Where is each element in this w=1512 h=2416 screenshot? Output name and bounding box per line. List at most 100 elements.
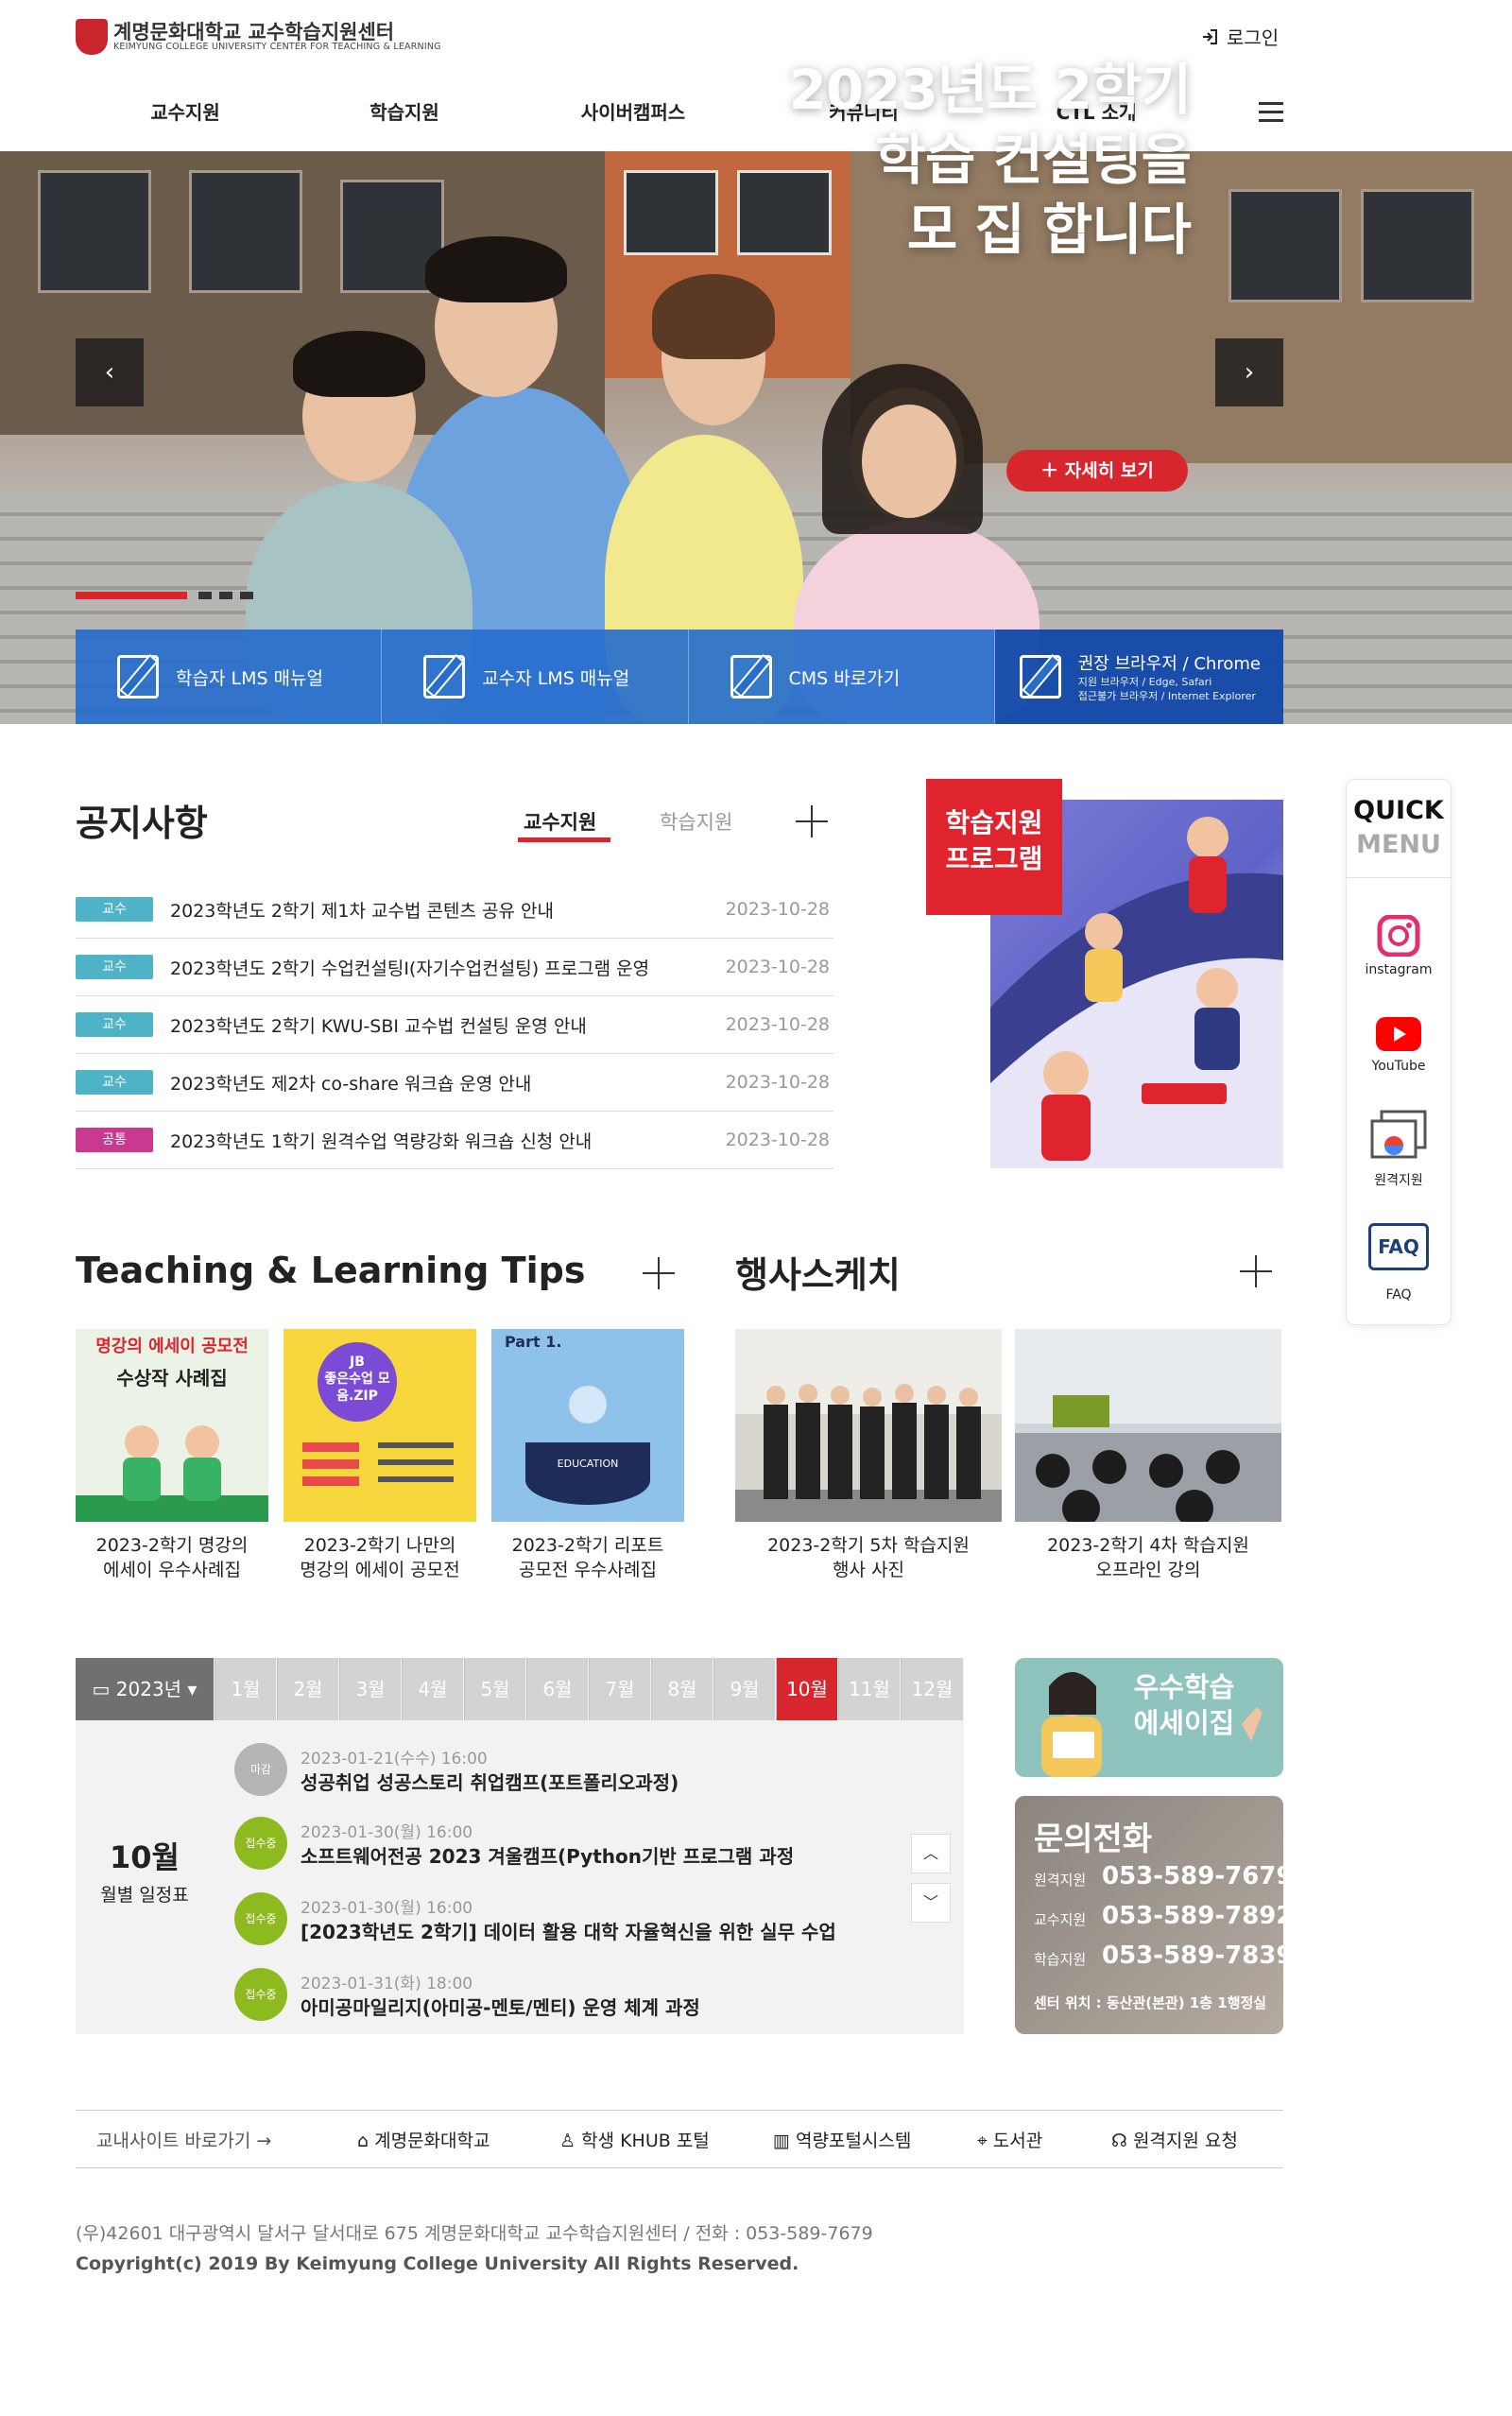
contact-number[interactable]: 053-589-7679 [1102, 1862, 1294, 1890]
tip-caption[interactable]: 2023-2학기 리포트 공모전 우수사례집 [491, 1533, 684, 1582]
event-caption[interactable]: 2023-2학기 4차 학습지원 오프라인 강의 [1015, 1533, 1281, 1582]
contact-label: 교수지원 [1034, 1911, 1087, 1928]
hero-detail-button[interactable]: ＋ 자세히 보기 [1006, 450, 1188, 492]
login-link[interactable]: 로그인 [1200, 23, 1279, 50]
event-title[interactable]: 아미공마일리지(아미공-멘토/멘티) 운영 체계 과정 [301, 1993, 700, 2020]
scroll-down-button[interactable]: ﹀ [911, 1883, 951, 1923]
link-remote-support[interactable]: ☊ 원격지원 요청 [1111, 2127, 1238, 2152]
event-photo[interactable] [735, 1329, 1002, 1522]
event-title[interactable]: [2023학년도 2학기] 데이터 활용 대학 자율혁신을 위한 실무 수업 [301, 1917, 836, 1944]
shortcut-label: 교내사이트 바로가기 [96, 2131, 251, 2151]
month-tab[interactable]: 6월 [526, 1658, 588, 1720]
events-title: 행사스케치 [735, 1254, 901, 1296]
notice-date: 2023-10-28 [725, 899, 830, 920]
quick-item-label[interactable]: YouTube [1346, 1059, 1452, 1074]
notice-row[interactable]: 교수 2023학년도 2학기 제1차 교수법 콘텐츠 공유 안내 2023-10-2… [76, 881, 833, 939]
event-date: 2023-01-30(월) 16:00 [301, 1899, 473, 1918]
arrow-right-icon: → [256, 2131, 272, 2151]
link-khub-portal[interactable]: ♙ 학생 KHUB 포털 [559, 2127, 710, 2152]
event-photo[interactable] [1015, 1329, 1281, 1522]
tip-thumbnail-contest[interactable]: JB 좋은수업 모음.ZIP [284, 1329, 476, 1522]
quick-links-bar: 학습자 LMS 매뉴얼 교수자 LMS 매뉴얼 CMS 바로가기 권장 브라우저… [76, 630, 1283, 724]
month-tab[interactable]: 11월 [838, 1658, 900, 1720]
month-tab[interactable]: 2월 [277, 1658, 338, 1720]
quick-item-label[interactable]: 원격지원 [1346, 1170, 1452, 1189]
link-library[interactable]: ⌖ 도서관 [977, 2127, 1042, 2152]
slider-dot[interactable] [240, 592, 253, 599]
browser-unsupported-note: 접근불가 브라우저 / Internet Explorer [1077, 690, 1256, 702]
tips-more-plus-icon[interactable] [643, 1257, 675, 1289]
tip-caption[interactable]: 2023-2학기 나만의 명강의 에세이 공모전 [284, 1533, 476, 1582]
nav-learning-support[interactable]: 학습지원 [301, 97, 508, 125]
tip-thumbnail-report[interactable]: Part 1. EDUCATION [491, 1329, 684, 1522]
nav-cyber-campus[interactable]: 사이버캠퍼스 [529, 97, 737, 125]
youtube-icon[interactable] [1374, 1015, 1423, 1053]
slider-dot[interactable] [219, 592, 232, 599]
link-keimyung-college[interactable]: ⌂ 계명문화대학교 [357, 2127, 490, 2152]
tab-faculty-support[interactable]: 교수지원 [524, 807, 596, 836]
login-icon [1203, 28, 1217, 44]
notice-row[interactable]: 공통 2023학년도 1학기 원격수업 역량강화 워크숍 신청 안내 2023-10… [76, 1112, 833, 1169]
contact-number[interactable]: 053-589-7839 [1102, 1941, 1294, 1970]
edit-document-icon [117, 655, 159, 699]
nav-faculty-support[interactable]: 교수지원 [81, 97, 289, 125]
campus-sites-shortcut[interactable]: 교내사이트 바로가기 → [96, 2127, 271, 2152]
month-tab[interactable]: 8월 [651, 1658, 713, 1720]
month-tab[interactable]: 1월 [215, 1658, 276, 1720]
recommended-browser-link[interactable]: 권장 브라우저 / Chrome 지원 브라우저 / Edge, Safari … [994, 630, 1283, 724]
tip-illustration [525, 1386, 650, 1505]
remote-support-icon[interactable] [1368, 1110, 1429, 1163]
learning-program-label[interactable]: 학습지원 프로그램 [926, 779, 1062, 915]
hero-headline: 2023년도 2학기 학습 컨설팅을 모 집 합니다 [718, 55, 1192, 265]
notice-more-plus-icon[interactable] [796, 805, 828, 837]
event-title[interactable]: 성공취업 성공스토리 취업캠프(포트폴리오과정) [301, 1768, 679, 1795]
notice-badge: 교수 [76, 1070, 153, 1095]
notice-row[interactable]: 교수 2023학년도 2학기 KWU-SBI 교수법 컨설팅 운영 안내 2023-… [76, 996, 833, 1054]
notice-row[interactable]: 교수 2023학년도 제2차 co-share 워크숍 운영 안내 2023-10-… [76, 1054, 833, 1112]
hero-next-button[interactable]: › [1215, 338, 1283, 406]
scroll-up-button[interactable]: ︿ [911, 1834, 951, 1873]
month-tab[interactable]: 9월 [713, 1658, 775, 1720]
month-tab[interactable]: 7월 [589, 1658, 650, 1720]
event-caption[interactable]: 2023-2학기 5차 학습지원 행사 사진 [735, 1533, 1002, 1582]
quick-menu-subtitle: MENU [1356, 830, 1441, 859]
hero-line-2: 학습 컨설팅을 [875, 128, 1192, 192]
instagram-icon[interactable] [1374, 915, 1423, 957]
footer-address: (우)42601 대구광역시 달서구 달서대로 675 계명문화대학교 교수학습… [76, 2223, 873, 2244]
center-location: 센터 위치 : 동산관(본관) 1층 1행정실 [1034, 1994, 1267, 2011]
tip-caption[interactable]: 2023-2학기 명강의 에세이 우수사례집 [76, 1533, 268, 1582]
slider-dot[interactable] [198, 592, 212, 599]
learner-lms-manual-link[interactable]: 학습자 LMS 매뉴얼 [76, 630, 383, 724]
hamburger-menu-icon[interactable] [1259, 102, 1283, 123]
tip-caption-line1: 2023-2학기 리포트 [511, 1535, 664, 1556]
chevron-left-icon: ‹ [104, 358, 115, 387]
quick-item-label[interactable]: FAQ [1346, 1287, 1452, 1303]
edit-document-icon [730, 655, 772, 699]
instructor-lms-manual-link[interactable]: 교수자 LMS 매뉴얼 [382, 630, 689, 724]
events-more-plus-icon[interactable] [1240, 1255, 1272, 1287]
hero-prev-button[interactable]: ‹ [76, 338, 144, 406]
faq-icon[interactable]: FAQ [1368, 1223, 1429, 1270]
month-tab[interactable]: 3월 [339, 1658, 401, 1720]
link-competency-portal[interactable]: ▥ 역량포털시스템 [773, 2127, 911, 2152]
tab-learning-support[interactable]: 학습지원 [660, 807, 732, 836]
notice-text: 2023학년도 2학기 제1차 교수법 콘텐츠 공유 안내 [170, 900, 554, 922]
contact-number[interactable]: 053-589-7892 [1102, 1902, 1294, 1930]
quick-link-label: 권장 브라우저 / Chrome [1077, 654, 1261, 674]
chevron-right-icon: › [1244, 358, 1255, 387]
notice-row[interactable]: 교수 2023학년도 2학기 수업컨설팅I(자기수업컨설팅) 프로그램 운영 202… [76, 939, 833, 996]
month-tab[interactable]: 4월 [402, 1658, 463, 1720]
notice-badge: 공통 [76, 1128, 153, 1152]
month-tab[interactable]: 10월 [776, 1658, 837, 1720]
footer-copyright: Copyright(c) 2019 By Keimyung College Un… [76, 2253, 799, 2274]
quick-item-label[interactable]: instagram [1346, 962, 1452, 977]
month-tab[interactable]: 5월 [464, 1658, 525, 1720]
event-title[interactable]: 소프트웨어전공 2023 겨울캠프(Python기반 프로그램 과정 [301, 1841, 794, 1869]
slider-progress-active[interactable] [76, 592, 187, 599]
tip-thumbnail-essay[interactable]: 명강의 에세이 공모전 수상작 사례집 [76, 1329, 268, 1522]
notice-title: 공지사항 [76, 802, 208, 844]
college-logo-icon[interactable] [76, 19, 108, 55]
month-tab[interactable]: 12월 [901, 1658, 963, 1720]
year-selector[interactable]: ▭ 2023년 ▾ [76, 1658, 214, 1720]
cms-link[interactable]: CMS 바로가기 [688, 630, 995, 724]
